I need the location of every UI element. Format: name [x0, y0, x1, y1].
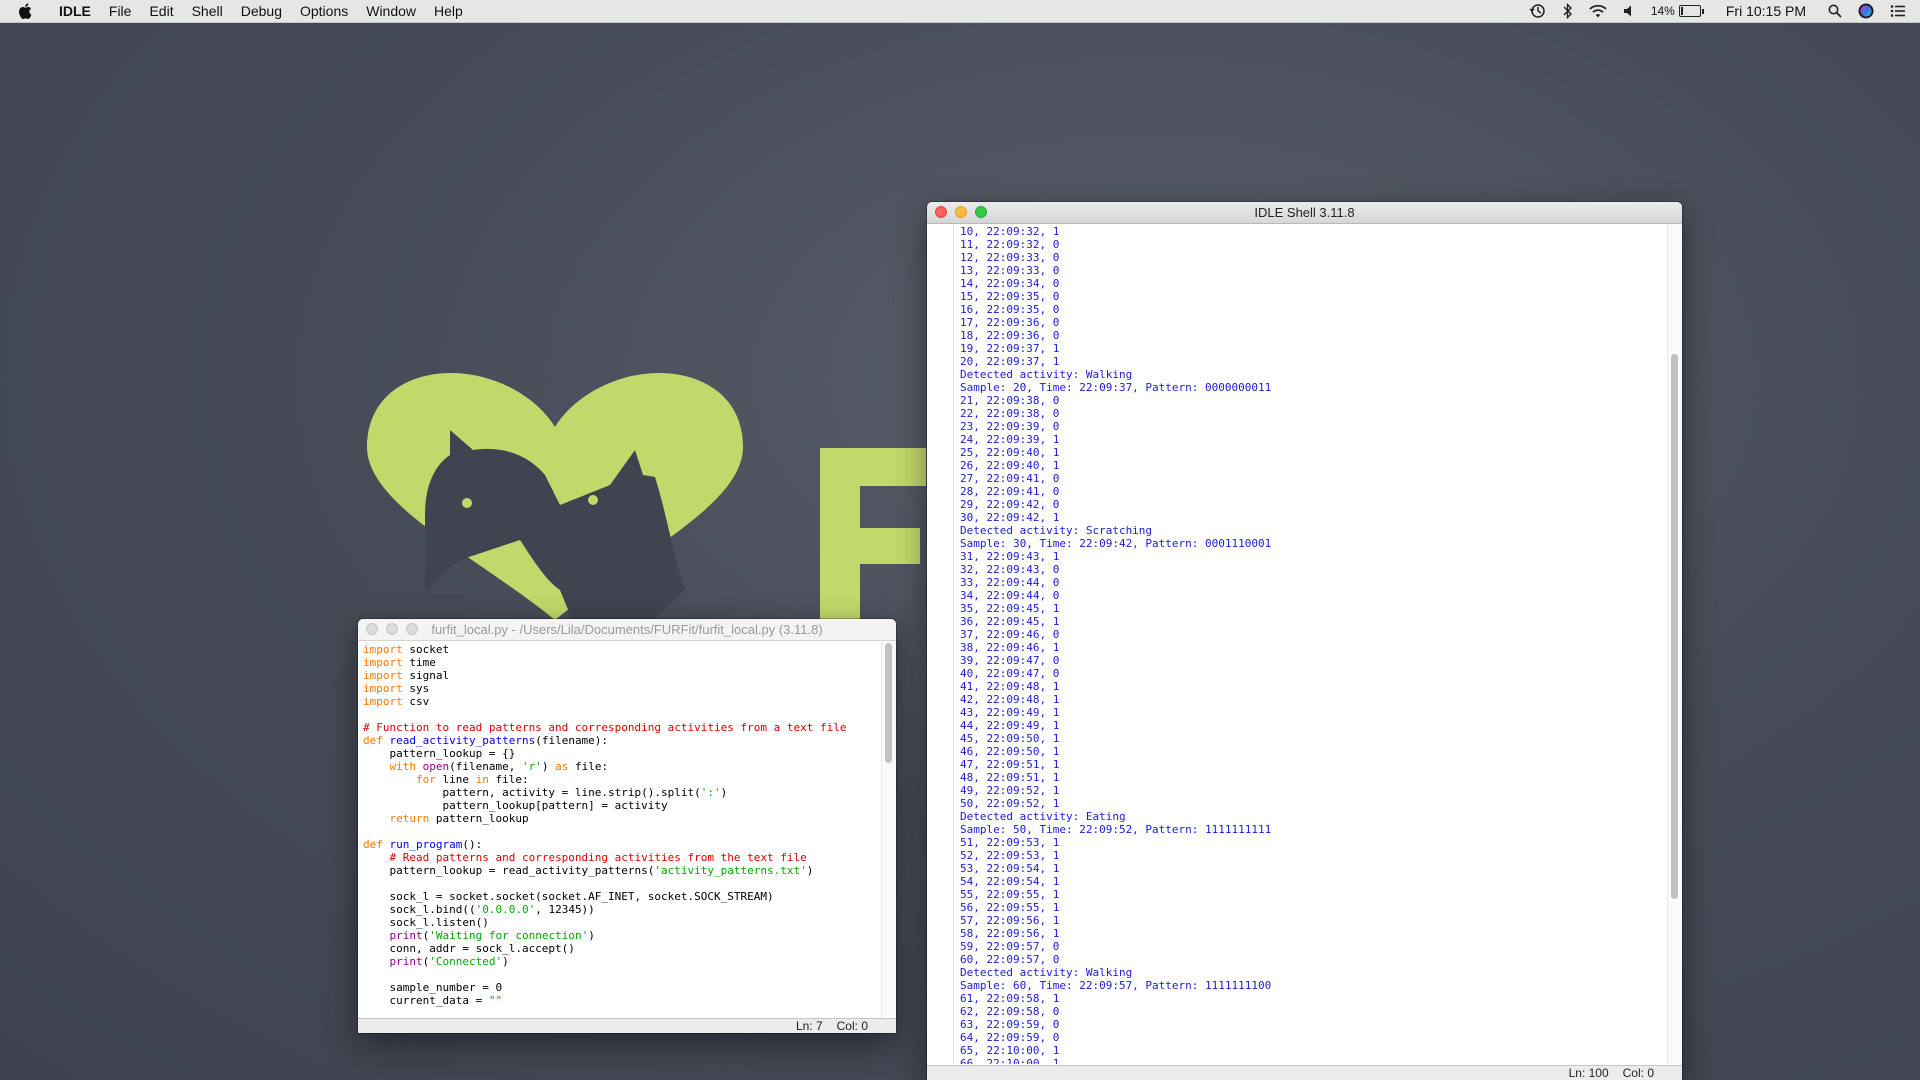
siri-icon[interactable]: [1858, 3, 1874, 19]
zoom-button[interactable]: [406, 623, 418, 635]
minimize-button[interactable]: [386, 623, 398, 635]
shell-status-bar: Ln: 100 Col: 0: [927, 1065, 1682, 1080]
volume-icon[interactable]: [1623, 4, 1635, 18]
status-menus: 14% Fri 10:15 PM: [1521, 0, 1920, 22]
menu-help[interactable]: Help: [425, 0, 472, 22]
time-machine-icon[interactable]: [1529, 3, 1547, 19]
shell-titlebar[interactable]: IDLE Shell 3.11.8: [927, 202, 1682, 224]
shell-status-line: Ln: 100: [1568, 1066, 1609, 1080]
editor-title: furfit_local.py - /Users/Lila/Documents/…: [431, 622, 823, 637]
app-menu-idle[interactable]: IDLE: [50, 0, 100, 22]
editor-text-area[interactable]: import socket import time import signal …: [358, 641, 896, 1017]
menu-bar: IDLE File Edit Shell Debug Options Windo…: [0, 0, 1920, 23]
editor-scrollbar[interactable]: [881, 641, 896, 1017]
shell-window[interactable]: IDLE Shell 3.11.8 10, 22:09:32, 1 11, 22…: [927, 202, 1682, 1080]
menu-file[interactable]: File: [100, 0, 141, 22]
menu-shell[interactable]: Shell: [183, 0, 232, 22]
shell-title: IDLE Shell 3.11.8: [1254, 205, 1355, 220]
editor-titlebar[interactable]: furfit_local.py - /Users/Lila/Documents/…: [358, 619, 896, 641]
notification-center-icon[interactable]: [1890, 4, 1906, 18]
editor-window-controls: [366, 623, 426, 635]
furfit-logo-heart-cats: [355, 365, 755, 627]
menu-edit[interactable]: Edit: [140, 0, 182, 22]
editor-code[interactable]: import socket import time import signal …: [358, 641, 896, 1007]
battery-icon: [1678, 5, 1701, 17]
editor-scrollbar-thumb[interactable]: [885, 643, 892, 763]
shell-prompt-sidebar: [927, 224, 954, 1064]
bluetooth-icon[interactable]: [1563, 3, 1573, 19]
battery-level-fill: [1680, 7, 1683, 15]
menu-debug[interactable]: Debug: [232, 0, 291, 22]
shell-text-area[interactable]: 10, 22:09:32, 1 11, 22:09:32, 0 12, 22:0…: [927, 224, 1682, 1064]
editor-status-line: Ln: 7: [795, 1019, 823, 1033]
furfit-logo-letter-f: [820, 420, 926, 620]
clock[interactable]: Fri 10:15 PM: [1726, 3, 1806, 19]
battery-percent: 14%: [1650, 4, 1675, 18]
close-button[interactable]: [366, 623, 378, 635]
shell-scrollbar-thumb[interactable]: [1671, 354, 1678, 899]
editor-window[interactable]: furfit_local.py - /Users/Lila/Documents/…: [358, 619, 896, 1033]
editor-status-col: Col: 0: [836, 1019, 868, 1033]
shell-window-controls: [935, 206, 995, 218]
close-button[interactable]: [935, 206, 947, 218]
battery-status[interactable]: 14%: [1651, 4, 1704, 18]
editor-status-bar: Ln: 7 Col: 0: [358, 1018, 896, 1033]
shell-scrollbar[interactable]: [1667, 224, 1682, 1064]
battery-tip: [1701, 8, 1704, 14]
apple-menu-icon[interactable]: [18, 3, 36, 19]
shell-status-col: Col: 0: [1622, 1066, 1654, 1080]
menu-options[interactable]: Options: [291, 0, 357, 22]
spotlight-search-icon[interactable]: [1828, 4, 1842, 18]
shell-output[interactable]: 10, 22:09:32, 1 11, 22:09:32, 0 12, 22:0…: [960, 225, 1271, 1064]
minimize-button[interactable]: [955, 206, 967, 218]
wifi-icon[interactable]: [1589, 4, 1607, 18]
menu-window[interactable]: Window: [357, 0, 425, 22]
zoom-button[interactable]: [975, 206, 987, 218]
